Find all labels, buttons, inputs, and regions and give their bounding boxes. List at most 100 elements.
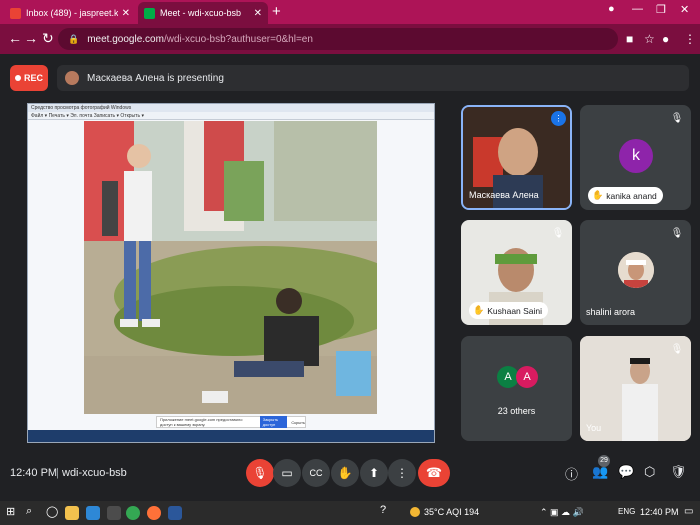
- self-tile[interactable]: 🎙 You: [580, 336, 691, 441]
- chrome-icon[interactable]: [126, 506, 140, 520]
- leave-call-button[interactable]: ☎: [418, 459, 450, 487]
- raise-hand-button[interactable]: ✋: [331, 459, 359, 487]
- bookmark-star-icon[interactable]: ☆: [644, 32, 655, 46]
- host-controls-icon[interactable]: 🛡: [670, 464, 687, 480]
- file-explorer-icon[interactable]: [65, 506, 79, 520]
- more-options-button[interactable]: ⋮: [388, 459, 416, 487]
- reload-icon[interactable]: ↻: [42, 30, 54, 47]
- captions-icon: CC: [309, 468, 323, 478]
- participant-name: Маскаева Алена: [469, 190, 539, 200]
- tab-gmail[interactable]: Inbox (489) - jaspreet.k@theindi ✕: [4, 2, 136, 24]
- participant-name: kanika anand: [606, 190, 657, 201]
- share-notice-text: Приложение meet.google.com предоставило …: [160, 417, 243, 427]
- participant-avatar: k: [619, 139, 653, 173]
- windows-start-icon[interactable]: ⊞: [6, 505, 15, 518]
- mic-toggle-button[interactable]: 🎙: [246, 459, 274, 487]
- profile-icon[interactable]: ●: [608, 3, 615, 15]
- url-input[interactable]: 🔒 meet.google.com/wdi-xcuo-bsb?authuser=…: [58, 28, 618, 50]
- present-button[interactable]: ⬆: [360, 459, 388, 487]
- info-icon[interactable]: ⓘ: [565, 464, 578, 483]
- shared-taskbar: [28, 430, 434, 442]
- meeting-code: wdi-xcuo-bsb: [62, 467, 127, 479]
- raised-hand-icon: ✋: [473, 305, 485, 315]
- weather-text: 35°C AQI 194: [424, 507, 480, 517]
- others-tile[interactable]: A A 23 others: [461, 336, 572, 441]
- lock-icon: 🔒: [68, 33, 80, 44]
- notifications-icon[interactable]: ▭: [684, 506, 693, 517]
- back-icon[interactable]: ←: [8, 30, 22, 46]
- participant-count-badge: 29: [598, 455, 610, 467]
- hand-raised-pill: ✋ Kushaan Saini: [469, 302, 549, 319]
- maximize-icon[interactable]: ❐: [656, 3, 666, 16]
- close-window-icon[interactable]: ✕: [680, 3, 689, 16]
- speaking-indicator-icon: ⋮: [551, 111, 566, 126]
- raise-hand-icon: ✋: [337, 466, 353, 480]
- mic-off-icon: 🎙: [551, 228, 565, 239]
- captions-button[interactable]: CC: [302, 459, 330, 487]
- profile-avatar-icon[interactable]: ●: [662, 32, 669, 46]
- camera-toggle-button[interactable]: ▭: [273, 459, 301, 487]
- record-dot-icon: [14, 75, 21, 81]
- participant-name: shalini arora: [586, 307, 636, 317]
- url-domain: meet.google.com: [87, 33, 164, 45]
- new-tab-icon[interactable]: +: [272, 3, 281, 20]
- mic-off-icon: 🎙: [670, 228, 684, 239]
- participant-avatar: A: [516, 366, 538, 388]
- avatar-photo: [618, 252, 654, 288]
- language-indicator[interactable]: ENG: [618, 507, 635, 516]
- store-icon[interactable]: [107, 506, 121, 520]
- present-icon: ⬆: [368, 466, 380, 480]
- shared-photo: [84, 121, 377, 414]
- tray-icons[interactable]: ⌃ ▣ ☁ 🔊: [540, 507, 584, 518]
- camera-in-use-icon[interactable]: ■: [626, 32, 633, 46]
- viewer-title: Средство просмотра фотографий Windows: [28, 104, 434, 112]
- edge-icon[interactable]: [86, 506, 100, 520]
- windows-taskbar: ⊞ ⌕ ◯ ? 35°C AQI 194 ⌃ ▣ ☁ 🔊 ENG 12:40 P…: [0, 501, 700, 525]
- participant-tile[interactable]: 🎙 k ✋ kanika anand: [580, 105, 691, 210]
- camera-icon: ▭: [281, 466, 293, 480]
- address-bar-row: ← → ↻ 🔒 meet.google.com/wdi-xcuo-bsb?aut…: [0, 24, 700, 54]
- hide-notice-button[interactable]: Скрыть: [291, 420, 305, 425]
- taskbar-clock[interactable]: 12:40 PM: [640, 507, 679, 517]
- photo-illustration: [84, 121, 377, 414]
- participant-avatar: [618, 252, 654, 288]
- search-icon[interactable]: ⌕: [26, 505, 32, 518]
- rec-label: REC: [23, 73, 43, 83]
- participant-tile[interactable]: 🎙 ✋ Kushaan Saini: [461, 220, 572, 325]
- mic-off-icon: 🎙: [252, 466, 268, 480]
- meeting-separator: |: [56, 467, 59, 479]
- participant-tile[interactable]: ⋮ Маскаева Алена: [461, 105, 572, 210]
- gmail-icon: [10, 7, 21, 19]
- help-icon[interactable]: ?: [380, 504, 386, 516]
- forward-icon[interactable]: →: [24, 30, 38, 46]
- others-count-label: 23 others: [497, 406, 536, 416]
- url-path: /wdi-xcuo-bsb?authuser=0&hl=en: [163, 33, 313, 45]
- menu-dots-icon[interactable]: ⋮: [684, 32, 696, 46]
- word-icon[interactable]: [168, 506, 182, 520]
- meet-icon: [144, 7, 155, 19]
- recording-badge: REC: [10, 65, 48, 91]
- chat-icon[interactable]: 💬: [618, 464, 634, 480]
- participant-name: Kushaan Saini: [487, 305, 543, 316]
- weather-widget[interactable]: 35°C AQI 194: [410, 507, 479, 517]
- share-notice: Приложение meet.google.com предоставило …: [156, 416, 306, 428]
- leave-call-icon: ☎: [425, 465, 443, 480]
- close-tab-icon[interactable]: ✕: [122, 8, 130, 19]
- tab-meet[interactable]: Meet - wdi-xcuo-bsb ✕: [138, 2, 268, 24]
- close-tab-icon[interactable]: ✕: [254, 8, 262, 19]
- task-view-icon[interactable]: ◯: [46, 505, 58, 518]
- stop-sharing-button[interactable]: Закрыть доступ: [259, 416, 288, 428]
- mic-off-icon: 🎙: [670, 344, 684, 355]
- participant-tile[interactable]: 🎙 shalini arora: [580, 220, 691, 325]
- tab-title: Meet - wdi-xcuo-bsb: [160, 8, 242, 18]
- minimize-icon[interactable]: —: [632, 3, 643, 15]
- firefox-icon[interactable]: [147, 506, 161, 520]
- more-icon: ⋮: [396, 466, 408, 480]
- meeting-time: 12:40 PM: [10, 467, 58, 479]
- hand-raised-pill: ✋ kanika anand: [588, 187, 663, 204]
- tab-title: Inbox (489) - jaspreet.k@theindi: [26, 8, 118, 18]
- raised-hand-icon: ✋: [592, 190, 604, 200]
- activities-icon[interactable]: ⬡: [644, 464, 655, 480]
- presenting-text: Маскаева Алена is presenting: [87, 72, 224, 84]
- browser-tab-strip: Inbox (489) - jaspreet.k@theindi ✕ Meet …: [0, 0, 700, 24]
